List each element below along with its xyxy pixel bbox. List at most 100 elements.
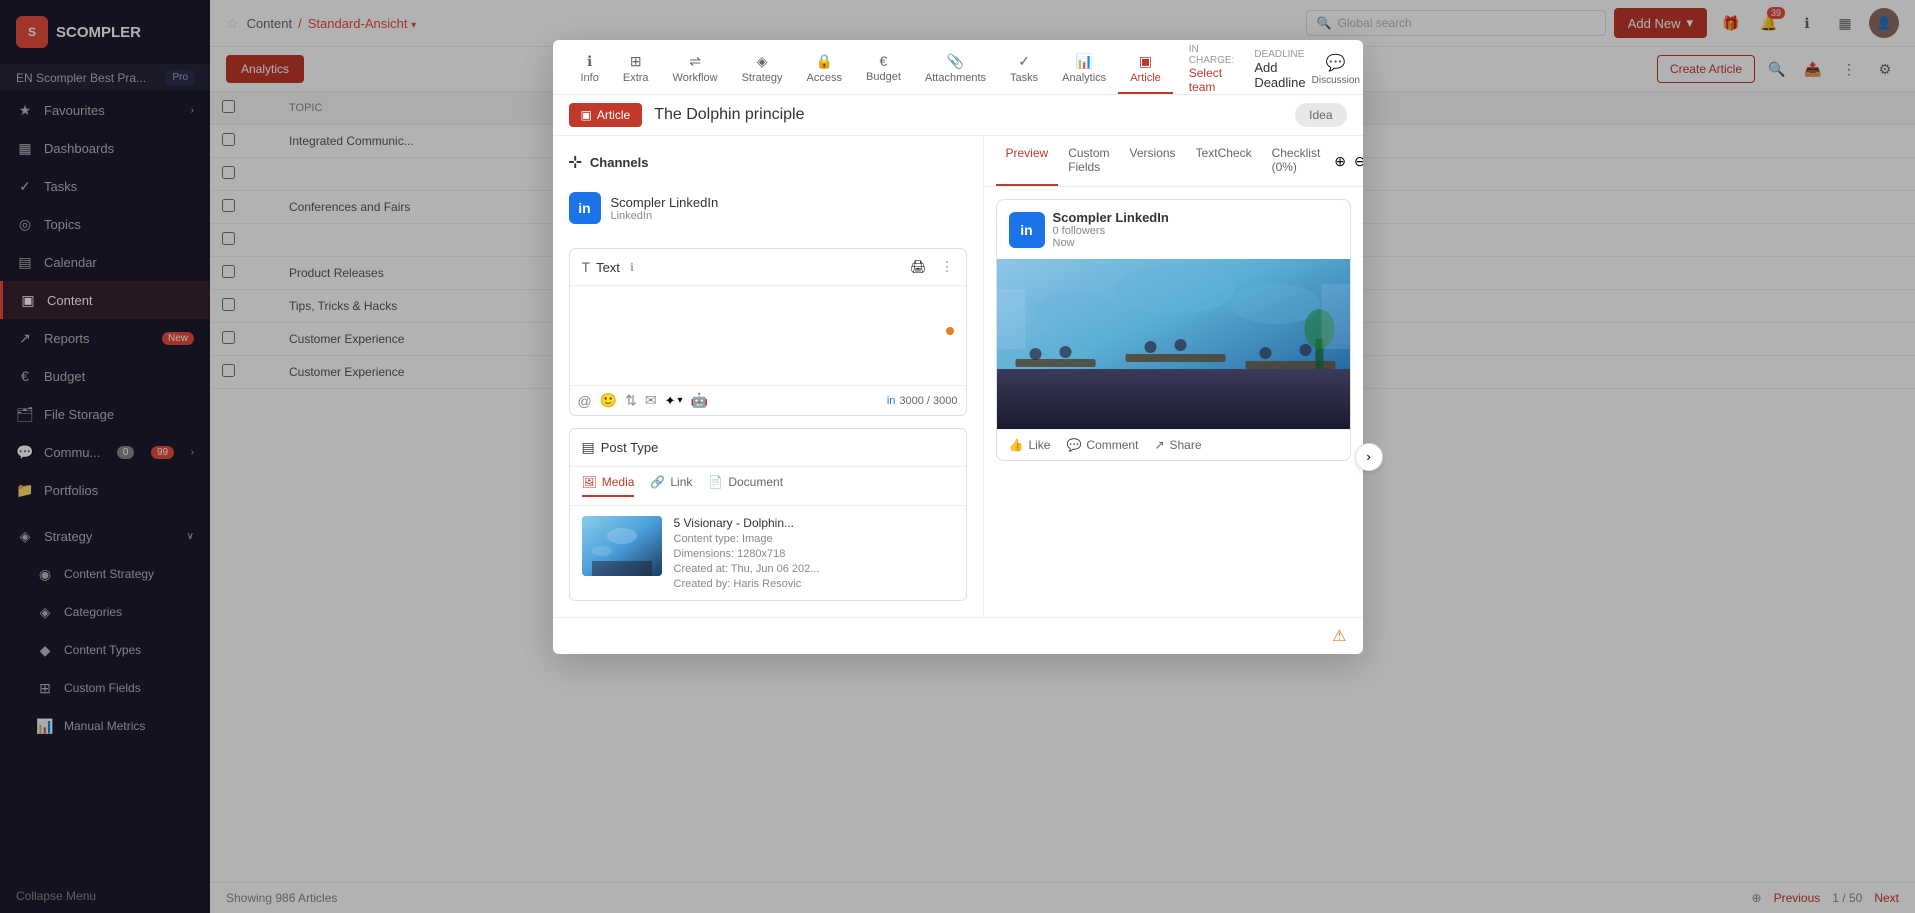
article-modal: ℹ Info ⊞ Extra ⇌ Workflow	[553, 40, 1363, 654]
emoji-icon[interactable]: 🙂	[600, 392, 617, 409]
print-icon[interactable]: 🖨	[910, 259, 927, 275]
text-section-title: Text	[596, 260, 620, 275]
ai-generate-icon[interactable]: 🤖	[691, 392, 708, 409]
versions-tab[interactable]: Versions	[1120, 136, 1186, 186]
modal-tab-tasks[interactable]: ✓ Tasks	[998, 45, 1050, 94]
linkedin-actions: 👍 Like 💬 Comment ↗ Share	[997, 429, 1350, 460]
post-type-header: ▤ Post Type	[570, 429, 966, 467]
info-nav-icon: ℹ	[587, 53, 592, 70]
mention-icon[interactable]: @	[578, 393, 592, 409]
workflow-nav-icon: ⇌	[689, 53, 701, 70]
preview-tab[interactable]: Preview	[996, 136, 1059, 186]
media-content-type: Content type: Image	[674, 533, 820, 545]
magic-tools[interactable]: ✦ ▾	[665, 393, 683, 409]
modal-nav-tabs: ℹ Info ⊞ Extra ⇌ Workflow	[553, 40, 1363, 95]
modal-tab-analytics[interactable]: 📊 Analytics	[1050, 45, 1118, 94]
modal-tab-extra[interactable]: ⊞ Extra	[611, 45, 661, 94]
article-nav-icon: ▣	[1139, 53, 1152, 70]
more-text-icon[interactable]: ⋮	[941, 259, 954, 275]
media-item: 5 Visionary - Dolphin... Content type: I…	[570, 506, 966, 600]
modal-title: The Dolphin principle	[654, 106, 804, 124]
status-badge[interactable]: Idea	[1295, 103, 1346, 127]
custom-fields-tab[interactable]: Custom Fields	[1058, 136, 1119, 186]
link-icon: 🔗	[650, 475, 665, 489]
article-badge-icon: ▣	[581, 108, 592, 122]
linkedin-post-image	[997, 259, 1350, 429]
modal-left-panel: ⊹ Channels in Scompler LinkedIn LinkedIn	[553, 136, 983, 617]
media-name: 5 Visionary - Dolphin...	[674, 516, 820, 530]
in-charge-field: IN CHARGE: Select team	[1189, 44, 1235, 94]
text-editor-container	[570, 286, 966, 385]
modal-right-panel: Preview Custom Fields Versions TextCheck…	[983, 136, 1363, 617]
linkedin-avatar: in	[1009, 212, 1045, 248]
deadline-label: DEADLINE	[1254, 49, 1305, 60]
unsaved-dot	[946, 327, 954, 335]
post-type-label: Post Type	[601, 440, 659, 455]
post-type-section: ▤ Post Type 🖼 Media 🔗 Link 📄	[569, 428, 967, 601]
char-count: in 3000 / 3000	[887, 395, 958, 407]
like-button[interactable]: 👍 Like	[1009, 438, 1051, 452]
modal-meta: IN CHARGE: Select team DEADLINE Add Dead…	[1189, 44, 1306, 94]
media-info: 5 Visionary - Dolphin... Content type: I…	[674, 516, 820, 590]
text-section-header: T Text ℹ 🖨 ⋮	[570, 249, 966, 286]
channel-item: in Scompler LinkedIn LinkedIn	[569, 184, 967, 232]
modal-tab-info[interactable]: ℹ Info	[569, 45, 611, 94]
deadline-value[interactable]: Add Deadline	[1254, 60, 1305, 90]
channel-info: Scompler LinkedIn LinkedIn	[611, 195, 719, 222]
post-type-tabs: 🖼 Media 🔗 Link 📄 Document	[570, 467, 966, 506]
modal-title-row: ▣ Article The Dolphin principle Idea	[553, 95, 1363, 135]
warning-icon: ⚠	[1332, 626, 1346, 646]
modal-action-buttons: 💬 Discussion 🎓 Tutorials ⋮ Options ✕ Clo…	[1306, 49, 1363, 90]
linkedin-preview-card: in Scompler LinkedIn 0 followers Now	[996, 199, 1351, 461]
modal-bottom-bar: ⚠	[553, 617, 1363, 654]
modal-tab-access[interactable]: 🔒 Access	[795, 45, 854, 94]
preview-content: in Scompler LinkedIn 0 followers Now	[984, 187, 1363, 473]
textcheck-tab[interactable]: TextCheck	[1186, 136, 1262, 186]
modal-tab-article[interactable]: ▣ Article	[1118, 45, 1173, 94]
share-button[interactable]: ↗ Share	[1154, 438, 1201, 452]
text-section: T Text ℹ 🖨 ⋮ @ 🙂 ⇅ ✉	[569, 248, 967, 416]
arrow-icon[interactable]: ⇅	[625, 392, 637, 409]
extra-nav-icon: ⊞	[630, 53, 642, 70]
linkedin-account-info: Scompler LinkedIn 0 followers Now	[1053, 210, 1169, 249]
document-icon: 📄	[708, 475, 723, 489]
deadline-field: DEADLINE Add Deadline	[1254, 49, 1305, 90]
media-image	[582, 516, 662, 576]
channels-header: ⊹ Channels	[569, 152, 967, 172]
comment-icon: 💬	[1066, 438, 1081, 452]
checklist-tab[interactable]: Checklist (0%)	[1262, 136, 1331, 186]
modal-tab-workflow[interactable]: ⇌ Workflow	[661, 45, 730, 94]
media-created-at: Created at: Thu, Jun 06 202...	[674, 563, 820, 575]
email-icon[interactable]: ✉	[645, 392, 657, 409]
media-created-by: Created by: Haris Resovic	[674, 578, 820, 590]
post-type-document-tab[interactable]: 📄 Document	[708, 475, 783, 497]
discussion-button[interactable]: 💬 Discussion	[1306, 49, 1363, 90]
linkedin-time: Now	[1053, 237, 1169, 249]
share-icon: ↗	[1154, 438, 1164, 452]
discussion-label: Discussion	[1312, 75, 1360, 86]
channels-icon: ⊹	[569, 152, 582, 172]
text-editor[interactable]	[578, 294, 958, 374]
panel-expand-arrow[interactable]: ›	[1355, 443, 1383, 471]
text-editor-toolbar: @ 🙂 ⇅ ✉ ✦ ▾ 🤖 in 3000 / 3000	[570, 385, 966, 415]
linkedin-account-name: Scompler LinkedIn	[1053, 210, 1169, 225]
in-charge-value[interactable]: Select team	[1189, 66, 1235, 94]
collapse-right-icon[interactable]: ⊖	[1350, 136, 1362, 186]
post-type-link-tab[interactable]: 🔗 Link	[650, 475, 692, 497]
tasks-nav-icon: ✓	[1018, 53, 1030, 70]
budget-nav-icon: €	[880, 53, 888, 69]
post-type-media-tab[interactable]: 🖼 Media	[582, 475, 635, 497]
char-count-value: 3000 / 3000	[899, 395, 957, 407]
media-thumbnail	[582, 516, 662, 576]
comment-button[interactable]: 💬 Comment	[1066, 438, 1138, 452]
discussion-icon: 💬	[1326, 53, 1346, 73]
article-badge: ▣ Article	[569, 103, 643, 127]
chevron-down-icon: ▾	[678, 395, 683, 406]
text-info-icon[interactable]: ℹ	[630, 261, 634, 274]
modal-tab-strategy[interactable]: ◈ Strategy	[730, 45, 795, 94]
modal-tab-budget[interactable]: € Budget	[854, 45, 913, 93]
modal-tab-attachments[interactable]: 📎 Attachments	[913, 45, 998, 94]
post-type-icon: ▤	[582, 439, 595, 456]
text-format-icon: T	[582, 259, 591, 275]
expand-icon[interactable]: ⊕	[1330, 136, 1350, 186]
